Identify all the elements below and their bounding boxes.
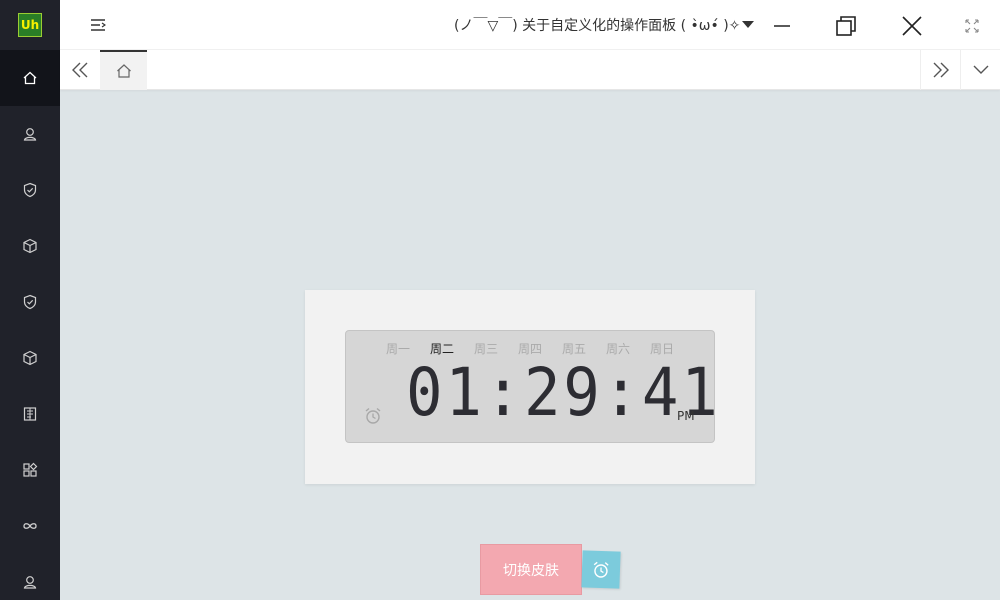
tab-scroll-right-button[interactable] <box>920 50 960 90</box>
app-logo: Uh <box>18 13 42 37</box>
shield-check-icon <box>23 182 37 198</box>
tab-home[interactable] <box>100 50 147 90</box>
tab-menu-button[interactable] <box>960 50 1000 90</box>
double-chevron-right-icon <box>933 62 949 78</box>
tab-bar <box>60 50 1000 90</box>
sidebar-item-document[interactable] <box>0 386 60 442</box>
menu-fold-icon <box>91 19 106 31</box>
sidebar-item-user[interactable] <box>0 106 60 162</box>
page-title[interactable]: (ノ￣▽￣) 关于自定义化的操作面板 ( •̀ω•́ )✧ <box>454 15 755 35</box>
cube-icon <box>23 350 37 366</box>
sidebar-item-cube-2[interactable] <box>0 330 60 386</box>
top-bar: (ノ￣▽￣) 关于自定义化的操作面板 ( •̀ω•́ )✧ <box>60 0 1000 50</box>
restore-icon <box>836 16 856 36</box>
fullscreen-button[interactable] <box>958 12 986 40</box>
sidebar-item-shield-2[interactable] <box>0 274 60 330</box>
clock-display: 周一 周二 周三 周四 周五 周六 周日 01:29:41 PM <box>345 330 718 443</box>
close-button[interactable] <box>898 12 926 40</box>
sidebar: Uh <box>0 0 60 600</box>
logo-area: Uh <box>0 0 60 50</box>
shield-check-icon <box>23 294 37 310</box>
tab-scroll-left-button[interactable] <box>60 50 100 90</box>
clock-time: 01:29:41 <box>406 354 721 431</box>
caret-down-icon <box>742 21 755 28</box>
alarm-clock-icon <box>593 561 609 578</box>
double-chevron-left-icon <box>72 62 88 78</box>
sidebar-item-user-2[interactable] <box>0 554 60 600</box>
sidebar-item-apps[interactable] <box>0 442 60 498</box>
sidebar-item-home[interactable] <box>0 50 60 106</box>
title-text: (ノ￣▽￣) 关于自定义化的操作面板 ( •̀ω•́ )✧ <box>454 18 741 34</box>
ampm-indicator: PM <box>677 409 695 423</box>
infinity-icon <box>23 523 37 529</box>
sidebar-item-cube-1[interactable] <box>0 218 60 274</box>
restore-button[interactable] <box>832 12 860 40</box>
clock-card: 周一 周二 周三 周四 周五 周六 周日 01:29:41 PM <box>305 290 755 484</box>
home-icon <box>116 64 131 78</box>
cube-icon <box>23 238 37 254</box>
user-icon <box>23 576 37 589</box>
sidebar-item-shield-1[interactable] <box>0 162 60 218</box>
home-icon <box>23 71 37 85</box>
alarm-button[interactable] <box>581 550 621 589</box>
user-icon <box>23 128 37 141</box>
alarm-clock-icon <box>365 407 381 424</box>
menu-toggle-button[interactable] <box>88 15 108 35</box>
fullscreen-icon <box>965 19 979 33</box>
apps-icon <box>23 462 38 477</box>
minimize-icon <box>774 25 790 27</box>
minimize-button[interactable] <box>768 12 796 40</box>
document-icon <box>23 407 37 421</box>
switch-skin-button[interactable]: 切换皮肤 <box>480 544 582 595</box>
sidebar-item-infinity[interactable] <box>0 498 60 554</box>
chevron-down-icon <box>973 65 988 74</box>
close-icon <box>902 16 922 36</box>
